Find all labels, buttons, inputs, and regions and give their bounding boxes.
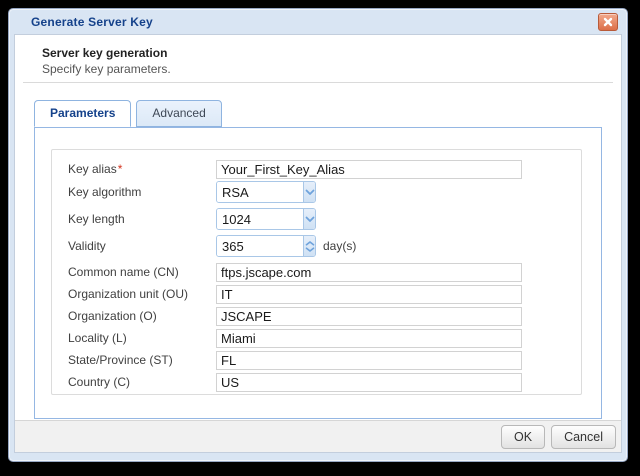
field-label: Organization unit (OU) (68, 287, 188, 301)
field-label: Key algorithm (68, 185, 141, 199)
form-row: Key length (68, 208, 567, 230)
combo-trigger[interactable] (303, 182, 315, 202)
field-label: Key length (68, 212, 125, 226)
field-label-wrap: Validity (68, 239, 216, 253)
text-input[interactable] (216, 263, 522, 282)
chevron-down-icon (305, 189, 315, 196)
field-label-wrap: Organization unit (OU) (68, 287, 216, 301)
chevron-up-icon (305, 241, 315, 246)
field-label-wrap: Key algorithm (68, 185, 216, 199)
field-label: Validity (68, 239, 106, 253)
cancel-button[interactable]: Cancel (551, 425, 616, 449)
form-row: Organization unit (OU) (68, 284, 567, 304)
field-label: State/Province (ST) (68, 353, 173, 367)
chevron-down-icon (305, 247, 315, 252)
form-row: Common name (CN) (68, 262, 567, 282)
form-row: Organization (O) (68, 306, 567, 326)
field-label-wrap: Country (C) (68, 375, 216, 389)
combo-input[interactable] (217, 209, 303, 229)
dialog-title: Generate Server Key (31, 15, 153, 29)
field-label: Organization (O) (68, 309, 157, 323)
form-row: Country (C) (68, 372, 567, 392)
tab-advanced[interactable]: Advanced (136, 100, 221, 127)
field-label: Common name (CN) (68, 265, 179, 279)
tab-bar: Parameters Advanced (34, 100, 621, 127)
field-label-wrap: Common name (CN) (68, 265, 216, 279)
close-button[interactable] (598, 13, 618, 31)
generate-server-key-dialog: Generate Server Key Server key generatio… (8, 8, 628, 462)
text-input[interactable] (216, 160, 522, 179)
field-label-wrap: Organization (O) (68, 309, 216, 323)
combo-box[interactable] (216, 208, 316, 230)
field-label-wrap: Key alias* (68, 162, 216, 176)
text-input[interactable] (216, 351, 522, 370)
parameters-tab-panel: Key alias* Key algorithm Key length (34, 127, 602, 419)
field-label-wrap: Locality (L) (68, 331, 216, 345)
form-row: Key alias* (68, 159, 567, 179)
key-parameters-fieldset: Key alias* Key algorithm Key length (51, 149, 582, 395)
field-label: Key alias (68, 162, 117, 176)
text-input[interactable] (216, 307, 522, 326)
wizard-step-title: Server key generation (15, 35, 621, 60)
field-label-wrap: Key length (68, 212, 216, 226)
required-marker: * (118, 162, 123, 176)
dialog-titlebar: Generate Server Key (9, 9, 627, 34)
field-label-wrap: State/Province (ST) (68, 353, 216, 367)
close-icon (603, 17, 613, 27)
form-row: Locality (L) (68, 328, 567, 348)
form-rows: Key alias* Key algorithm Key length (68, 159, 567, 392)
spinner-input[interactable] (217, 236, 303, 256)
text-input[interactable] (216, 329, 522, 348)
field-label: Country (C) (68, 375, 130, 389)
dialog-footer: OK Cancel (15, 420, 621, 452)
combo-trigger[interactable] (303, 209, 315, 229)
text-input[interactable] (216, 285, 522, 304)
combo-input[interactable] (217, 182, 303, 202)
form-row: State/Province (ST) (68, 350, 567, 370)
form-row: Key algorithm (68, 181, 567, 203)
spinner-buttons[interactable] (303, 236, 315, 256)
chevron-down-icon (305, 216, 315, 223)
text-input[interactable] (216, 373, 522, 392)
ok-button[interactable]: OK (501, 425, 545, 449)
form-row: Validity day(s) (68, 235, 567, 257)
field-label: Locality (L) (68, 331, 127, 345)
combo-box[interactable] (216, 181, 316, 203)
wizard-step-subtitle: Specify key parameters. (15, 60, 621, 76)
header-divider (23, 82, 613, 83)
dialog-body: Server key generation Specify key parame… (14, 34, 622, 453)
spinner[interactable] (216, 235, 316, 257)
tab-parameters[interactable]: Parameters (34, 100, 131, 127)
field-suffix: day(s) (323, 239, 356, 253)
